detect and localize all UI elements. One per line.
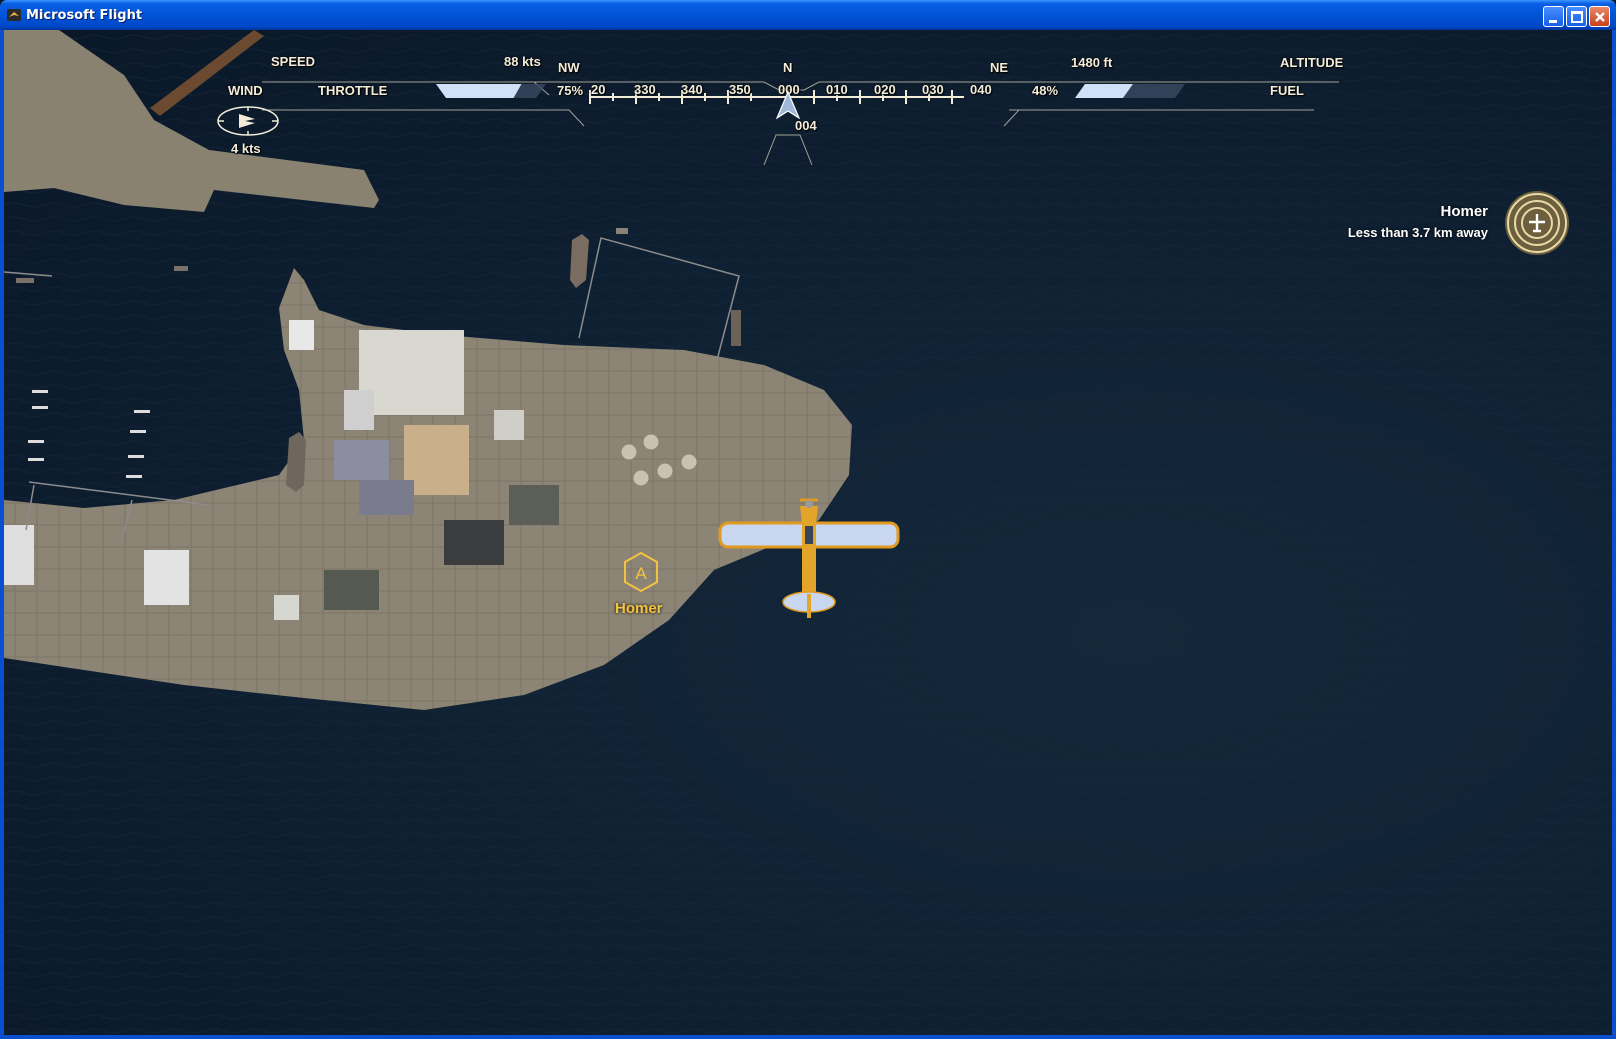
destination-airport-icon[interactable] bbox=[1504, 190, 1570, 256]
compass-tick-label: 350 bbox=[729, 82, 751, 97]
maximize-icon bbox=[1571, 11, 1583, 23]
waypoint-letter: A bbox=[635, 564, 647, 583]
speed-value: 88 kts bbox=[504, 54, 541, 69]
wind-indicator-icon bbox=[217, 106, 279, 136]
minimize-button[interactable] bbox=[1543, 6, 1564, 27]
speed-label: SPEED bbox=[271, 54, 316, 69]
destination-distance: Less than 3.7 km away bbox=[1347, 225, 1488, 240]
wind-label: WIND bbox=[228, 83, 263, 98]
throttle-value: 75% bbox=[557, 83, 584, 98]
close-icon bbox=[1595, 12, 1605, 22]
altitude-value: 1480 ft bbox=[1071, 55, 1113, 70]
compass-tick-label: 020 bbox=[874, 82, 896, 97]
fuel-value: 48% bbox=[1032, 83, 1059, 98]
altitude-label: ALTITUDE bbox=[1280, 55, 1344, 70]
compass-ne: NE bbox=[990, 60, 1009, 75]
fuel-label: FUEL bbox=[1270, 83, 1304, 98]
close-button[interactable] bbox=[1589, 6, 1610, 27]
compass-tick-label: 040 bbox=[970, 82, 992, 97]
compass-nw: NW bbox=[558, 60, 580, 75]
throttle-label: THROTTLE bbox=[318, 83, 388, 98]
compass-tick-label: 20 bbox=[591, 82, 606, 97]
waypoint-label: Homer bbox=[615, 600, 663, 617]
compass-tick-label: 340 bbox=[681, 82, 703, 97]
window-title: Microsoft Flight bbox=[26, 8, 143, 23]
fuel-gauge bbox=[1075, 84, 1185, 98]
window-frame-bottom bbox=[0, 1035, 1616, 1039]
heading-value: 004 bbox=[795, 118, 817, 133]
flight-viewport[interactable]: SPEED 88 kts THROTTLE 75% WIND 4 kts NW … bbox=[4, 30, 1612, 1035]
throttle-gauge bbox=[436, 84, 546, 98]
airplane-icon bbox=[718, 498, 900, 618]
window-frame-right bbox=[1612, 30, 1616, 1039]
compass-n: N bbox=[783, 60, 793, 75]
compass-tick-label: 330 bbox=[634, 82, 656, 97]
wind-value: 4 kts bbox=[231, 141, 261, 156]
minimize-icon bbox=[1549, 20, 1557, 23]
waypoint-marker-icon[interactable]: A bbox=[622, 551, 660, 593]
compass-tick-label: 010 bbox=[826, 82, 848, 97]
title-bar[interactable]: Microsoft Flight bbox=[0, 0, 1616, 30]
heading-arrow-icon bbox=[775, 91, 801, 119]
maximize-button[interactable] bbox=[1566, 6, 1587, 27]
destination-name: Homer bbox=[1440, 203, 1488, 220]
compass-tick-label: 030 bbox=[922, 82, 944, 97]
app-icon bbox=[7, 9, 21, 21]
